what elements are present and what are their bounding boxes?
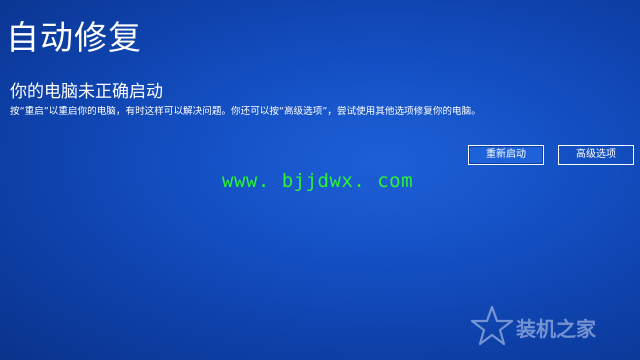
error-description: 按“重启”以重启你的电脑，有时这样可以解决问题。你还可以按“高级选项”，尝试使用… xyxy=(10,106,481,117)
error-heading: 你的电脑未正确启动 xyxy=(10,82,163,102)
restart-button[interactable]: 重新启动 xyxy=(468,145,544,165)
star-icon xyxy=(470,305,514,346)
page-title: 自动修复 xyxy=(6,18,142,57)
action-buttons: 重新启动 高级选项 xyxy=(468,145,634,165)
watermark-logo: 装机之家 xyxy=(470,304,634,354)
watermark-url: www. bjjdwx. com xyxy=(222,170,414,192)
advanced-options-button[interactable]: 高级选项 xyxy=(558,145,634,165)
watermark-logo-text: 装机之家 xyxy=(516,317,596,341)
recovery-screen: 自动修复 你的电脑未正确启动 按“重启”以重启你的电脑，有时这样可以解决问题。你… xyxy=(0,0,640,360)
